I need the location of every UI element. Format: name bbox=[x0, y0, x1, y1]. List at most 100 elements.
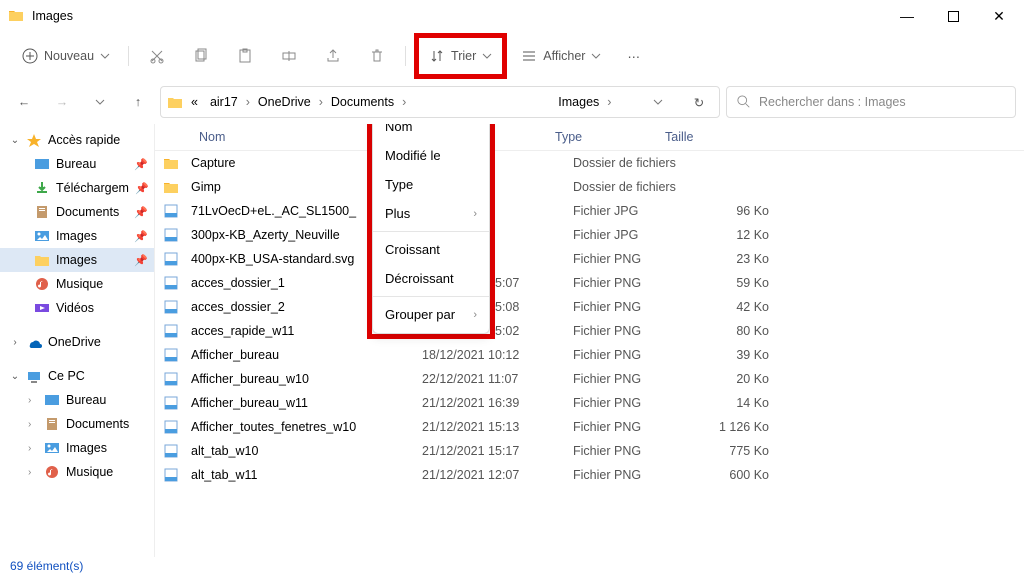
search-icon bbox=[737, 95, 751, 109]
view-button[interactable]: Afficher bbox=[511, 38, 611, 74]
forward-button[interactable]: → bbox=[46, 86, 78, 118]
crumb[interactable]: air17 bbox=[206, 95, 242, 109]
jpg-icon bbox=[163, 228, 179, 242]
folder-icon bbox=[163, 180, 179, 194]
file-row[interactable]: 300px-KB_Azerty_NeuvilleFichier JPG12 Ko bbox=[155, 223, 1024, 247]
jpg-icon bbox=[163, 204, 179, 218]
cut-button[interactable] bbox=[137, 38, 177, 74]
crumb[interactable]: OneDrive bbox=[254, 95, 315, 109]
sidebar-item[interactable]: ›Images bbox=[0, 436, 154, 460]
pc-icon bbox=[26, 369, 42, 383]
sidebar-item[interactable]: Téléchargem📌 bbox=[0, 176, 154, 200]
search-input[interactable]: Rechercher dans : Images bbox=[726, 86, 1016, 118]
sort-button[interactable]: Trier bbox=[419, 38, 502, 74]
file-name: alt_tab_w11 bbox=[191, 468, 416, 482]
file-row[interactable]: acces_rapide_w1129/12/2021 15:02Fichier … bbox=[155, 319, 1024, 343]
up-button[interactable]: ↑ bbox=[122, 86, 154, 118]
png-icon bbox=[163, 468, 179, 482]
file-date: 22/12/2021 11:07 bbox=[422, 372, 567, 386]
star-icon bbox=[26, 133, 42, 147]
address-bar[interactable]: « air17› OneDrive› Documents› Images› ↻ bbox=[160, 86, 720, 118]
menu-sort-modified[interactable]: Modifié le bbox=[373, 141, 489, 170]
file-date: 21/12/2021 15:13 bbox=[422, 420, 567, 434]
crumb[interactable]: Images bbox=[554, 95, 603, 109]
sidebar-item[interactable]: Bureau📌 bbox=[0, 152, 154, 176]
sidebar-item[interactable]: Images📌 bbox=[0, 224, 154, 248]
sidebar-item[interactable]: Images📌 bbox=[0, 248, 154, 272]
file-name: Afficher_bureau bbox=[191, 348, 416, 362]
file-type: Fichier PNG bbox=[573, 276, 683, 290]
sidebar-onedrive[interactable]: › OneDrive bbox=[0, 330, 154, 354]
delete-button[interactable] bbox=[357, 38, 397, 74]
sidebar-quick-access[interactable]: ⌄ Accès rapide bbox=[0, 128, 154, 152]
sort-menu: Nom Modifié le Type Plus› Croissant Décr… bbox=[372, 124, 490, 334]
file-type: Fichier PNG bbox=[573, 468, 683, 482]
menu-sort-desc[interactable]: Décroissant bbox=[373, 264, 489, 293]
file-row[interactable]: Afficher_bureau_w1022/12/2021 11:07Fichi… bbox=[155, 367, 1024, 391]
crumb[interactable]: Documents bbox=[327, 95, 398, 109]
back-button[interactable]: ← bbox=[8, 86, 40, 118]
toolbar: Nouveau Trier Afficher ⋯ bbox=[0, 32, 1024, 80]
file-type: Fichier PNG bbox=[573, 300, 683, 314]
file-row[interactable]: Afficher_toutes_fenetres_w1021/12/2021 1… bbox=[155, 415, 1024, 439]
file-type: Fichier PNG bbox=[573, 420, 683, 434]
sidebar-item[interactable]: Vidéos bbox=[0, 296, 154, 320]
minimize-button[interactable]: — bbox=[884, 0, 930, 32]
menu-sort-asc[interactable]: Croissant bbox=[373, 235, 489, 264]
close-button[interactable]: ✕ bbox=[976, 0, 1022, 32]
chevron-down-icon bbox=[482, 51, 492, 61]
copy-button[interactable] bbox=[181, 38, 221, 74]
share-button[interactable] bbox=[313, 38, 353, 74]
sidebar-item[interactable]: Documents📌 bbox=[0, 200, 154, 224]
file-row[interactable]: acces_dossier_229/12/2021 15:08Fichier P… bbox=[155, 295, 1024, 319]
col-name[interactable]: Nom bbox=[199, 130, 225, 144]
rename-button[interactable] bbox=[269, 38, 309, 74]
sidebar: ⌄ Accès rapide Bureau📌Téléchargem📌Docume… bbox=[0, 124, 155, 557]
crumb[interactable]: « bbox=[187, 95, 202, 109]
sidebar-cepc[interactable]: ⌄ Ce PC bbox=[0, 364, 154, 388]
video-icon bbox=[34, 301, 50, 315]
pin-icon: 📌 bbox=[134, 158, 148, 171]
file-type: Fichier JPG bbox=[573, 204, 683, 218]
recent-button[interactable] bbox=[84, 86, 116, 118]
menu-sort-more[interactable]: Plus› bbox=[373, 199, 489, 228]
file-row[interactable]: 400px-KB_USA-standard.svgFichier PNG23 K… bbox=[155, 247, 1024, 271]
column-headers[interactable]: Nom˄ Type Taille bbox=[155, 124, 1024, 151]
pin-icon: 📌 bbox=[134, 230, 148, 243]
file-row[interactable]: alt_tab_w1121/12/2021 12:07Fichier PNG60… bbox=[155, 463, 1024, 487]
pin-icon: 📌 bbox=[134, 254, 148, 267]
col-size[interactable]: Taille bbox=[665, 130, 745, 144]
new-button[interactable]: Nouveau bbox=[12, 38, 120, 74]
file-row[interactable]: alt_tab_w1021/12/2021 15:17Fichier PNG77… bbox=[155, 439, 1024, 463]
file-row[interactable]: Afficher_bureau_w1121/12/2021 16:39Fichi… bbox=[155, 391, 1024, 415]
menu-sort-type[interactable]: Type bbox=[373, 170, 489, 199]
cloud-icon bbox=[26, 335, 42, 349]
chevron-down-icon bbox=[591, 51, 601, 61]
png-icon bbox=[163, 420, 179, 434]
menu-sort-name[interactable]: Nom bbox=[373, 124, 489, 141]
doc-icon bbox=[34, 205, 50, 219]
sidebar-item[interactable]: ›Bureau bbox=[0, 388, 154, 412]
file-row[interactable]: acces_dossier_129/12/2021 15:07Fichier P… bbox=[155, 271, 1024, 295]
file-size: 14 Ko bbox=[689, 396, 769, 410]
sidebar-item[interactable]: Musique bbox=[0, 272, 154, 296]
col-type[interactable]: Type bbox=[555, 130, 665, 144]
dropdown-icon[interactable] bbox=[653, 97, 681, 107]
file-size: 39 Ko bbox=[689, 348, 769, 362]
file-size: 23 Ko bbox=[689, 252, 769, 266]
file-row[interactable]: CaptureDossier de fichiers bbox=[155, 151, 1024, 175]
menu-group-by[interactable]: Grouper par› bbox=[373, 300, 489, 329]
file-size: 20 Ko bbox=[689, 372, 769, 386]
more-button[interactable]: ⋯ bbox=[615, 38, 652, 74]
file-row[interactable]: GimpDossier de fichiers bbox=[155, 175, 1024, 199]
refresh-button[interactable]: ↻ bbox=[685, 95, 713, 110]
file-row[interactable]: Afficher_bureau18/12/2021 10:12Fichier P… bbox=[155, 343, 1024, 367]
folder-icon bbox=[34, 253, 50, 267]
file-row[interactable]: 71LvOecD+eL._AC_SL1500_Fichier JPG96 Ko bbox=[155, 199, 1024, 223]
search-placeholder: Rechercher dans : Images bbox=[759, 95, 906, 109]
paste-button[interactable] bbox=[225, 38, 265, 74]
png-icon bbox=[163, 372, 179, 386]
sidebar-item[interactable]: ›Documents bbox=[0, 412, 154, 436]
maximize-button[interactable] bbox=[930, 0, 976, 32]
sidebar-item[interactable]: ›Musique bbox=[0, 460, 154, 484]
